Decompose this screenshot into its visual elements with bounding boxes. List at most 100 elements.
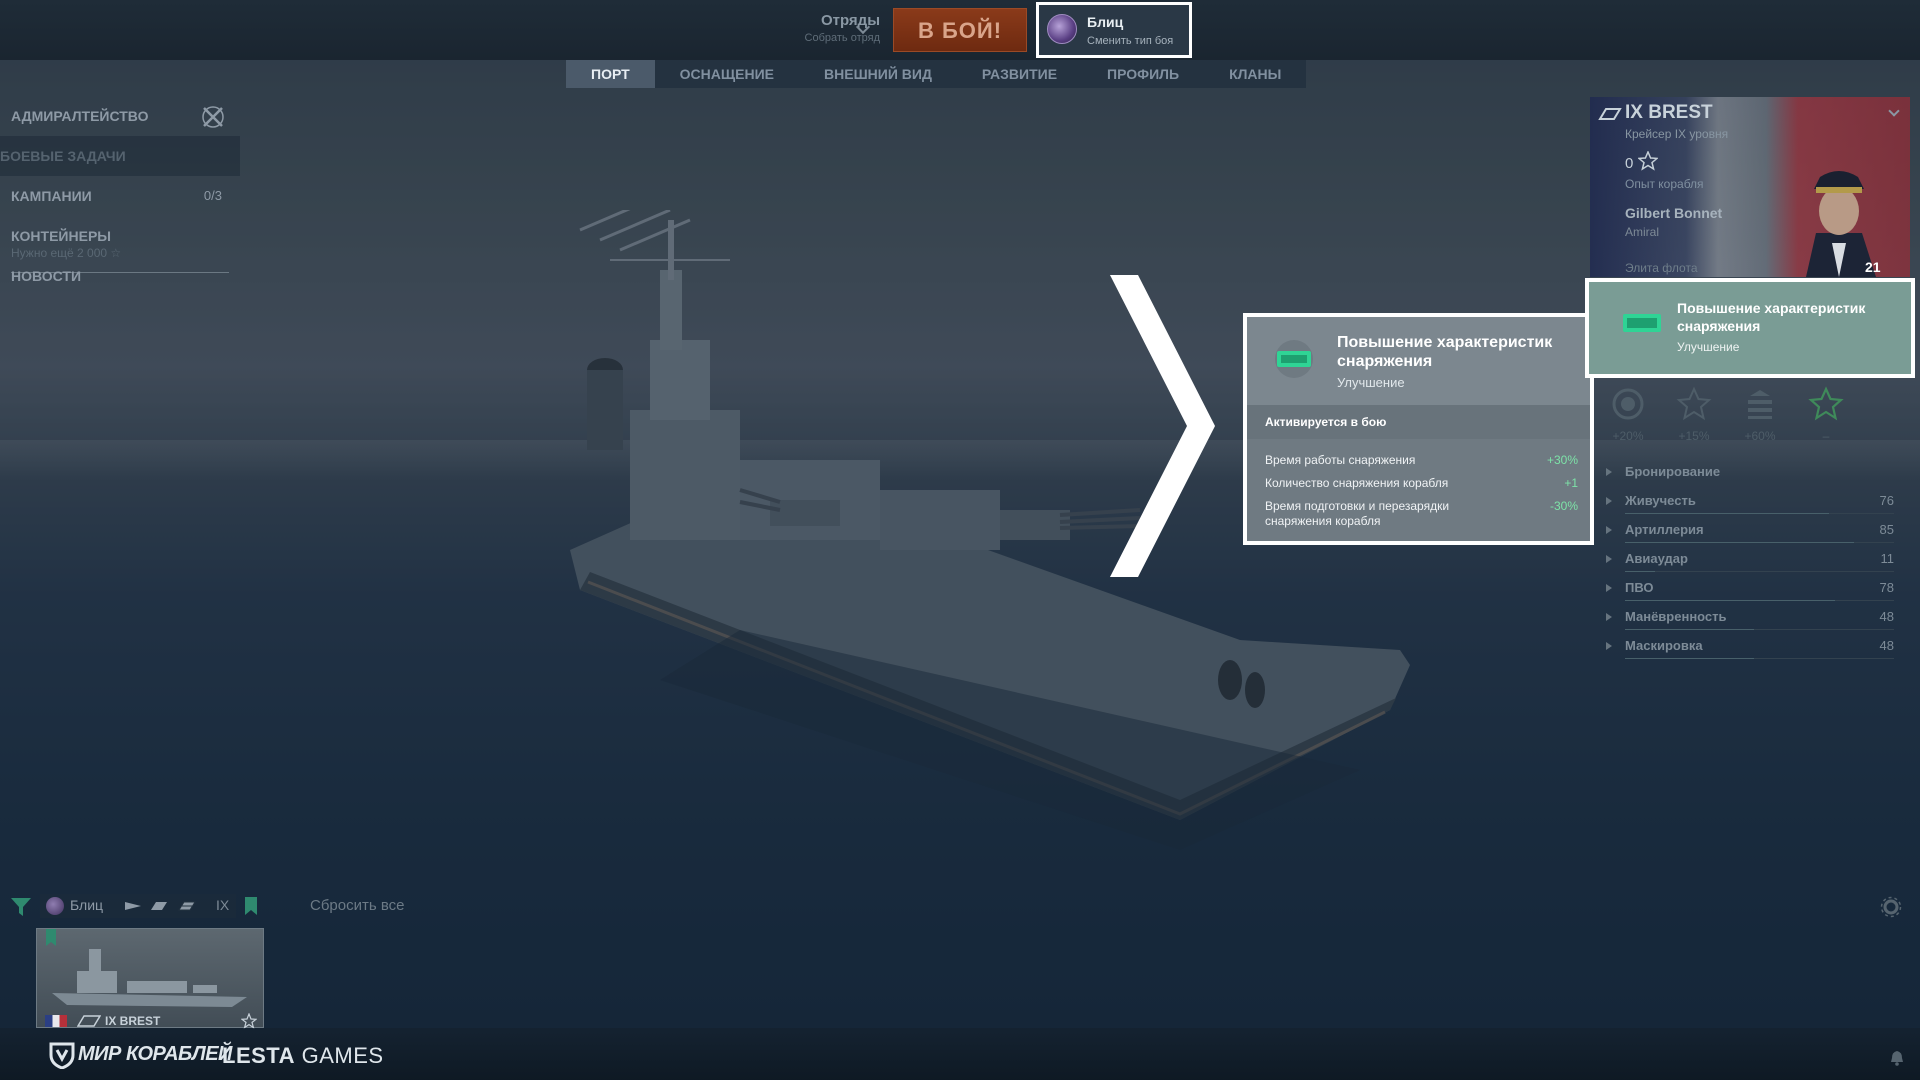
ship-thumbnail [52,949,247,1007]
stat-row[interactable]: Манёвренность 48 [1590,603,1900,632]
commander-level: 21 [1865,259,1881,275]
stat-name: Бронирование [1625,464,1721,479]
blitz-mode-icon [46,897,64,915]
filter-icon[interactable] [10,896,32,918]
elite-xp-slot[interactable]: – [1798,386,1854,443]
left-menu: АДМИРАЛТЕЙСТВО БОЕВЫЕ ЗАДАЧИ КАМПАНИИ 0/… [0,96,240,296]
tab-profile[interactable]: ПРОФИЛЬ [1082,60,1204,88]
bookmark-icon[interactable] [244,896,258,916]
tab-clans[interactable]: КЛАНЫ [1204,60,1306,88]
tooltip-row-value: -30% [1549,499,1578,513]
cruiser-class-icon [1598,108,1622,120]
battleship-class-icon [178,901,196,911]
stat-value: 48 [1879,638,1894,653]
stat-value: 76 [1879,493,1894,508]
stat-name: Авиаудар [1625,551,1688,566]
tooltip-row: Время работы снаряжения +30% [1265,453,1578,467]
reset-filters-button[interactable]: Сбросить все [310,897,404,914]
menu-item-news[interactable]: НОВОСТИ [0,256,240,296]
stat-row[interactable]: Бронирование [1590,458,1900,487]
ship-card-name: IX BREST [105,1014,161,1028]
tooltip-row-label: Количество снаряжения корабля [1265,476,1449,490]
signal-flags-icon [1748,390,1772,419]
stat-bar [1625,629,1894,630]
battle-mode-selector[interactable]: Блиц Сменить тип боя [1036,2,1192,58]
stat-row[interactable]: Артиллерия 85 [1590,516,1900,545]
green-star-icon [1808,386,1844,421]
ship-card-brest[interactable]: IX BREST [36,928,264,1029]
stat-name: Артиллерия [1625,522,1704,537]
stat-row[interactable]: Живучесть 76 [1590,487,1900,516]
stat-bar [1625,658,1894,659]
commander-name[interactable]: Gilbert Bonnet [1625,205,1722,221]
star-icon [241,1013,257,1029]
menu-label-containers: КОНТЕЙНЕРЫ [11,228,111,244]
slot-bonus-value: +60% [1744,429,1776,443]
notification-bell-icon[interactable] [1890,1050,1904,1066]
bottom-bar: МИР КОРАБЛЕЙ LESTA GAMES [0,1028,1920,1080]
commander-elite-label: Элита флота [1625,261,1698,275]
stat-bar [1625,571,1894,572]
menu-item-containers[interactable]: КОНТЕЙНЕРЫ Нужно ещё 2 000 ☆ [0,216,240,260]
tab-appearance[interactable]: ВНЕШНИЙ ВИД [799,60,957,88]
cruiser-class-icon [151,902,167,910]
tab-development[interactable]: РАЗВИТИЕ [957,60,1082,88]
expand-arrow-icon [1606,555,1612,563]
commander-skill-slot[interactable]: +15% [1666,386,1722,443]
world-of-warships-logo-icon [49,1042,75,1069]
ship-xp-value: 0 [1625,155,1634,172]
stat-value: 78 [1879,580,1894,595]
tooltip-title: Повышение характеристик снаряжения [1337,334,1553,370]
stat-bar [1625,600,1894,601]
menu-label-admiralty: АДМИРАЛТЕЙСТВО [11,108,149,124]
active-filters-chip[interactable]: Блиц IX [40,894,236,918]
tooltip-type: Улучшение [1337,375,1405,390]
camouflage-icon [1612,388,1644,420]
french-flag-icon [45,1015,67,1027]
menu-item-campaigns[interactable]: КАМПАНИИ 0/3 [0,176,240,216]
expand-arrow-icon [1606,497,1612,505]
consumable-upgrade-icon [1275,340,1313,378]
stat-name: Манёвренность [1625,609,1727,624]
tooltip-row-label: Время работы снаряжения [1265,453,1416,467]
tooltip-row: Время подготовки и перезарядки снаряжени… [1265,499,1578,529]
expand-arrow-icon [1606,526,1612,534]
battle-button[interactable]: В БОЙ! [893,8,1027,52]
top-bar: Отряды Собрать отряд В БОЙ! Блиц Сменить… [0,0,1920,60]
menu-label-combat-missions: БОЕВЫЕ ЗАДАЧИ [0,136,240,176]
filter-tier-label: IX [216,897,230,913]
ship-xp-label: Опыт корабля [1625,177,1704,191]
battle-mode-subtitle: Сменить тип боя [1087,35,1174,47]
menu-item-combat-missions[interactable]: БОЕВЫЕ ЗАДАЧИ [0,136,240,176]
stat-value: 48 [1879,609,1894,624]
battle-mode-title: Блиц [1087,14,1124,30]
ship-name: IX BREST [1625,102,1713,123]
expand-arrow-icon [1606,642,1612,650]
menu-item-admiralty[interactable]: АДМИРАЛТЕЙСТВО [0,96,240,136]
tab-equipment[interactable]: ОСНАЩЕНИЕ [655,60,799,88]
stat-bar [1625,542,1894,543]
stat-row[interactable]: Маскировка 48 [1590,632,1900,661]
stat-name: Маскировка [1625,638,1703,653]
stat-name: Живучесть [1625,493,1696,508]
tooltip-row-value: +30% [1546,453,1578,467]
destroyer-class-icon [125,902,141,910]
stat-row[interactable]: Авиаудар 11 [1590,545,1900,574]
tab-port[interactable]: ПОРТ [566,60,655,88]
publisher-logo-text: LESTA GAMES [222,1043,384,1068]
menu-label-news: НОВОСТИ [11,268,82,284]
camouflage-slot[interactable]: +20% [1600,386,1656,443]
upgrade-tooltip: Повышение характеристик снаряжения Улучш… [1243,313,1594,545]
main-tabs: ПОРТ ОСНАЩЕНИЕ ВНЕШНИЙ ВИД РАЗВИТИЕ ПРОФ… [566,60,1307,88]
filter-mode-label: Блиц [70,897,104,913]
stat-row[interactable]: ПВО 78 [1590,574,1900,603]
tooltip-condition: Активируется в бою [1247,405,1590,439]
tooltip-row: Количество снаряжения корабля +1 [1265,476,1578,490]
slot-bonus-value: +20% [1612,429,1644,443]
gear-icon[interactable] [1880,896,1902,918]
campaigns-count: 0/3 [203,188,222,203]
game-logo-text: МИР КОРАБЛЕЙ [78,1043,232,1065]
upgrade-slot-highlight[interactable]: Повышение характеристик снаряжения Улучш… [1585,278,1915,378]
signals-slot[interactable]: +60% [1732,386,1788,443]
cruiser-class-icon [77,1015,101,1027]
